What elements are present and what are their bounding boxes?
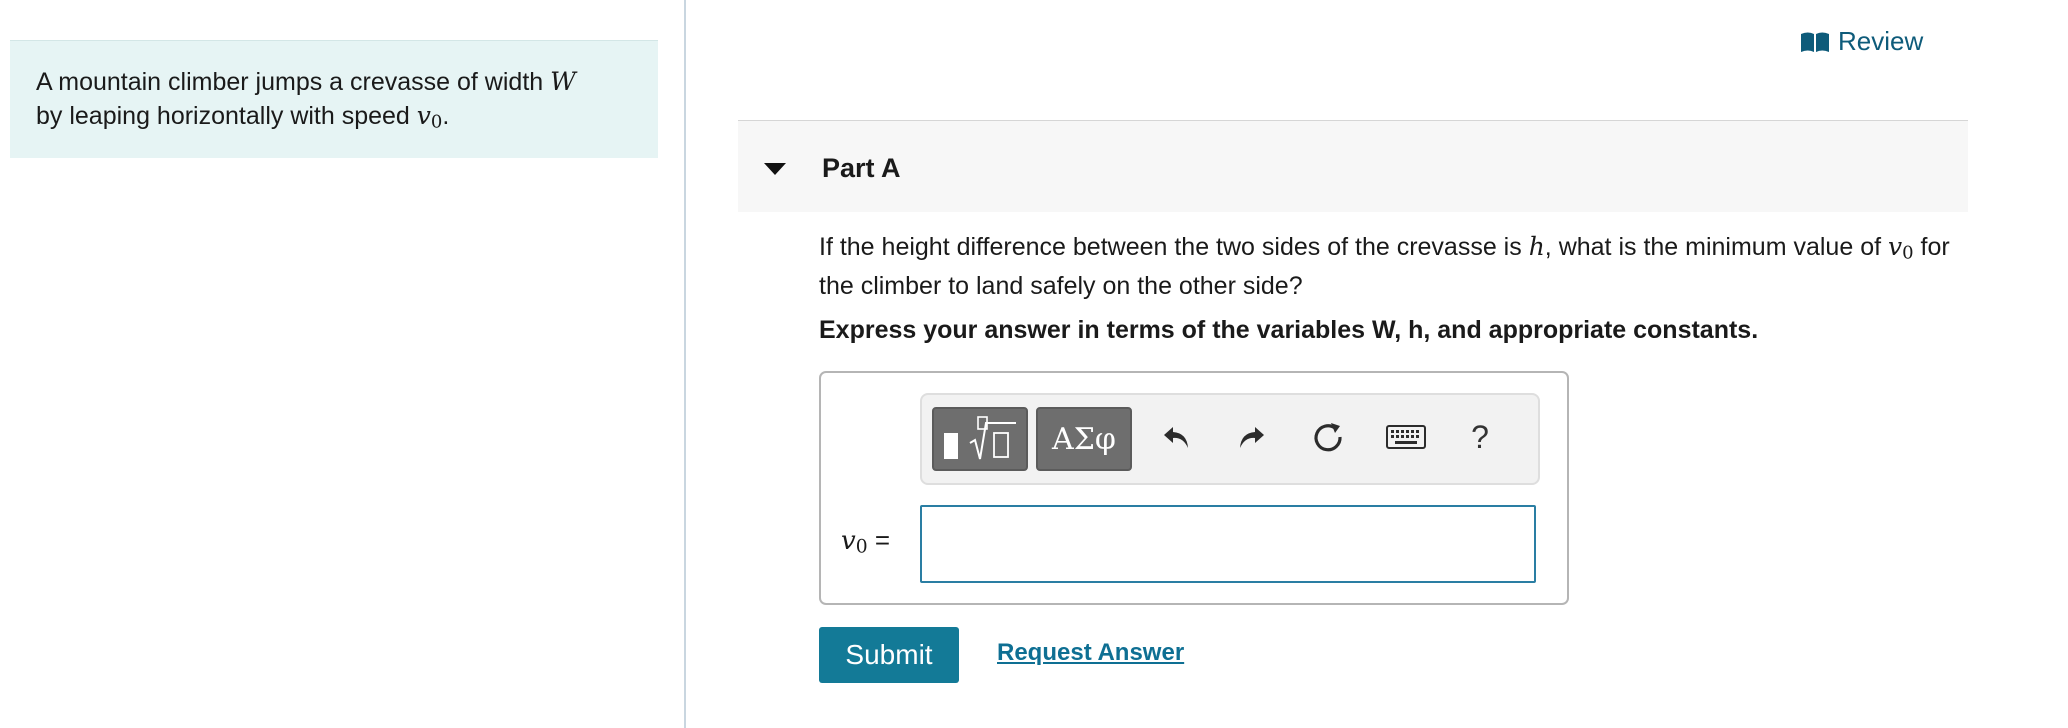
question-text: If the height difference between the two…: [819, 230, 1969, 303]
greek-symbols-button[interactable]: ΑΣφ: [1036, 407, 1132, 471]
speed-variable-question: v0: [1888, 232, 1914, 264]
problem-statement: A mountain climber jumps a crevasse of w…: [10, 40, 658, 158]
answer-variable: v0: [841, 526, 868, 558]
answer-input[interactable]: [920, 505, 1536, 583]
equals-sign: =: [874, 525, 891, 555]
math-toolbar: ΑΣφ ?: [920, 393, 1540, 485]
caret-down-icon[interactable]: [764, 163, 786, 175]
request-answer-link[interactable]: Request Answer: [997, 639, 1184, 667]
problem-pane: A mountain climber jumps a crevasse of w…: [0, 0, 686, 728]
width-variable: W: [550, 67, 576, 96]
keyboard-icon[interactable]: [1384, 417, 1428, 457]
question-part2: , what is the minimum value of: [1544, 233, 1888, 261]
templates-button[interactable]: [932, 407, 1028, 471]
help-button[interactable]: ?: [1460, 417, 1500, 457]
problem-text-line2: by leaping horizontally with speed: [36, 102, 417, 130]
review-link[interactable]: Review: [1800, 26, 1923, 57]
book-icon: [1800, 31, 1830, 53]
answer-instruction: Express your answer in terms of the vari…: [819, 316, 1759, 344]
problem-period: .: [442, 102, 450, 130]
answer-box: ΑΣφ ? v0 =: [819, 371, 1569, 605]
problem-text-line1: A mountain climber jumps a crevasse of w…: [36, 68, 551, 96]
submit-button[interactable]: Submit: [819, 627, 959, 683]
templates-icon: [934, 416, 1026, 473]
reset-icon[interactable]: [1308, 417, 1348, 457]
redo-icon[interactable]: [1232, 417, 1272, 457]
part-a-header[interactable]: Part A: [738, 120, 1968, 212]
undo-icon[interactable]: [1156, 417, 1196, 457]
part-title: Part A: [822, 153, 901, 183]
review-label: Review: [1838, 26, 1924, 56]
question-part1: If the height difference between the two…: [819, 233, 1529, 261]
height-variable: h: [1528, 232, 1545, 261]
speed-variable: v0: [416, 101, 443, 133]
answer-variable-label: v0 =: [841, 525, 890, 558]
